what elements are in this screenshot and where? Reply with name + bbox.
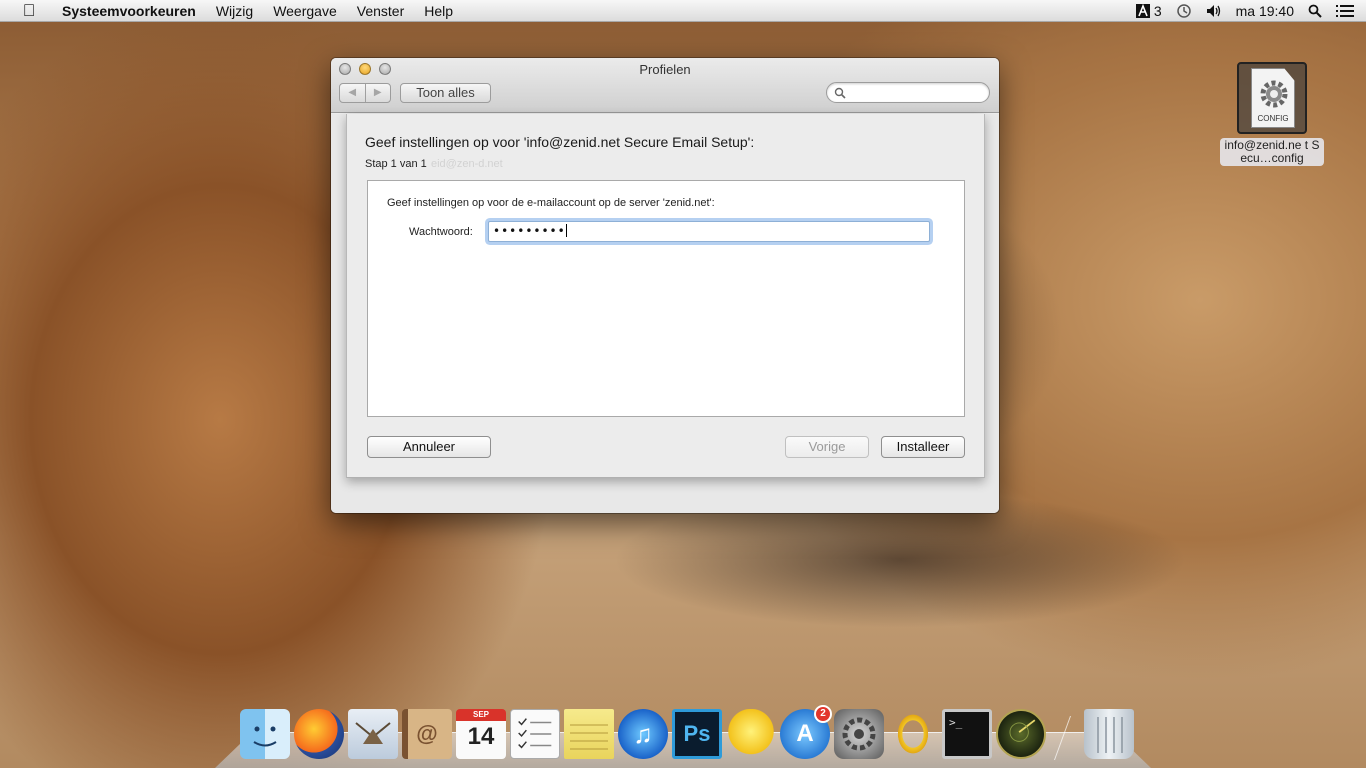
- calendar-icon[interactable]: SEP 14: [456, 709, 506, 759]
- show-all-button[interactable]: Toon alles: [400, 83, 491, 103]
- cancel-button[interactable]: Annuleer: [367, 436, 491, 458]
- window-title: Profielen: [639, 62, 691, 77]
- notification-center-icon[interactable]: [1336, 4, 1354, 18]
- opera-icon[interactable]: [888, 709, 938, 759]
- password-label: Wachtwoord:: [409, 226, 473, 238]
- mail-icon[interactable]: [348, 709, 398, 759]
- terminal-icon[interactable]: >_: [942, 709, 992, 759]
- adobe-count: 3: [1153, 2, 1162, 19]
- password-value: •••••••••: [493, 224, 566, 238]
- calendar-month: SEP: [472, 710, 489, 719]
- time-machine-icon[interactable]: [1176, 3, 1192, 19]
- password-field[interactable]: •••••••••: [488, 221, 930, 242]
- app-store-icon[interactable]: A 2: [780, 705, 832, 759]
- volume-icon[interactable]: [1206, 4, 1222, 18]
- at-sign-icon: @: [416, 721, 438, 746]
- cyberduck-icon[interactable]: [726, 709, 776, 759]
- install-button[interactable]: Installeer: [881, 436, 965, 458]
- profiles-window: Profielen ◀ ▶ Toon alles + − ? Geef inst…: [331, 58, 999, 513]
- menu-extras: 3 ma 19:40: [1122, 0, 1366, 22]
- finder-icon[interactable]: [240, 709, 290, 759]
- menu-help[interactable]: Help: [414, 0, 463, 22]
- gear-icon: [1260, 80, 1288, 108]
- photoshop-icon[interactable]: Ps: [672, 709, 722, 759]
- terminal-prompt: >_: [949, 716, 963, 729]
- notes-icon[interactable]: [564, 709, 614, 759]
- panel-instruction: Geef instellingen op voor de e-mailaccou…: [387, 197, 715, 209]
- dock: @ SEP 14 ♫ Ps A 2 >_: [240, 703, 1138, 759]
- menu-venster[interactable]: Venster: [347, 0, 414, 22]
- search-icon: [834, 87, 846, 99]
- radar-icon[interactable]: [996, 709, 1046, 759]
- step-indicator: Stap 1 van 1: [365, 158, 427, 170]
- adobe-status-item[interactable]: 3: [1135, 0, 1162, 22]
- system-preferences-icon[interactable]: [834, 709, 884, 759]
- menu-wijzig[interactable]: Wijzig: [206, 0, 263, 22]
- config-file-icon: CONFIG: [1237, 62, 1307, 134]
- menu-app-name[interactable]: Systeemvoorkeuren: [52, 0, 206, 22]
- file-type-label: CONFIG: [1257, 114, 1289, 123]
- menu-weergave[interactable]: Weergave: [263, 0, 347, 22]
- back-forward-control: ◀ ▶: [339, 83, 391, 103]
- itunes-icon[interactable]: ♫: [618, 709, 668, 759]
- apple-menu-icon[interactable]: : [18, 0, 40, 22]
- music-note-icon: ♫: [633, 719, 653, 749]
- menu-bar:  Systeemvoorkeuren Wijzig Weergave Vens…: [0, 0, 1366, 22]
- firefox-icon[interactable]: [294, 709, 344, 759]
- previous-button[interactable]: Vorige: [785, 436, 869, 458]
- file-name-label: info@zenid.ne t Secu…config: [1220, 138, 1324, 166]
- window-titlebar: Profielen ◀ ▶ Toon alles: [331, 58, 999, 113]
- ghost-text: eid@zen-d.net: [431, 158, 503, 170]
- reminders-icon[interactable]: [510, 709, 560, 759]
- back-arrow-icon[interactable]: ◀: [340, 84, 366, 102]
- adobe-icon: [1135, 3, 1150, 18]
- search-field[interactable]: [826, 82, 990, 103]
- calendar-day: 14: [467, 723, 495, 750]
- clock[interactable]: ma 19:40: [1236, 0, 1294, 22]
- sheet-title: Geef instellingen op voor 'info@zenid.ne…: [365, 134, 755, 150]
- settings-panel: Geef instellingen op voor de e-mailaccou…: [367, 180, 965, 417]
- install-profile-sheet: Geef instellingen op voor 'info@zenid.ne…: [346, 114, 985, 478]
- photoshop-label: Ps: [683, 721, 711, 746]
- forward-arrow-icon[interactable]: ▶: [366, 84, 391, 102]
- trash-icon[interactable]: [1084, 709, 1134, 759]
- contacts-icon[interactable]: @: [402, 709, 452, 759]
- desktop-config-file[interactable]: CONFIG info@zenid.ne t Secu…config: [1220, 62, 1324, 166]
- app-store-badge: 2: [814, 705, 832, 723]
- text-caret: [565, 224, 567, 237]
- spotlight-icon[interactable]: [1308, 4, 1322, 18]
